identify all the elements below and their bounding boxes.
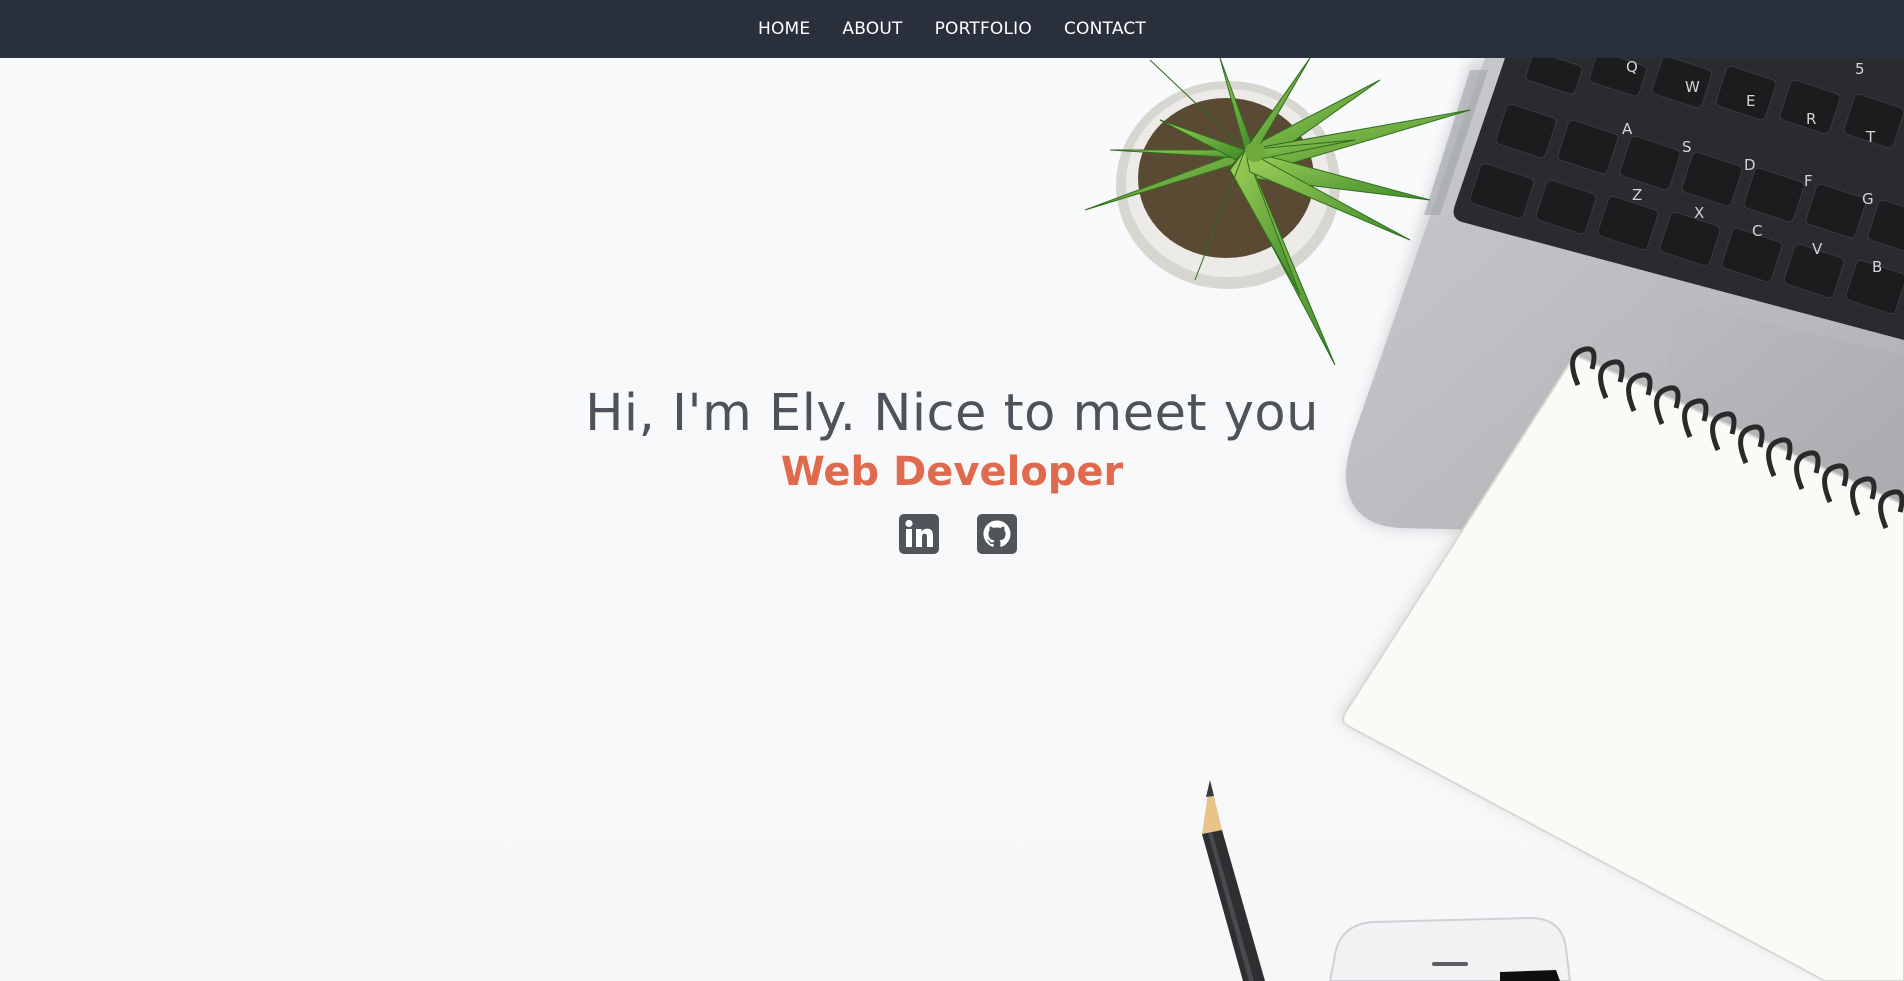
keyboard-keys <box>1469 51 1904 315</box>
nav-link-contact[interactable]: CONTACT <box>1048 0 1162 58</box>
linkedin-icon <box>899 514 939 554</box>
page: Q W E R T 5 A S D F G Z X C V B HOME ABO… <box>0 0 1904 981</box>
nav-link-portfolio[interactable]: PORTFOLIO <box>919 0 1048 58</box>
svg-text:S: S <box>1682 138 1692 156</box>
svg-text:T: T <box>1865 128 1876 146</box>
svg-text:B: B <box>1872 258 1882 276</box>
svg-text:G: G <box>1862 190 1874 208</box>
svg-text:Z: Z <box>1632 186 1642 204</box>
svg-text:5: 5 <box>1855 60 1865 78</box>
svg-text:W: W <box>1685 78 1700 96</box>
svg-text:Q: Q <box>1626 58 1638 76</box>
top-navbar: HOME ABOUT PORTFOLIO CONTACT <box>0 0 1904 58</box>
svg-text:E: E <box>1746 92 1755 110</box>
github-link[interactable] <box>977 514 1017 554</box>
svg-text:A: A <box>1622 120 1633 138</box>
keyboard-key-letters: Q W E R T 5 A S D F G Z X C V B <box>1622 58 1882 276</box>
nav-link-home[interactable]: HOME <box>742 0 826 58</box>
phone-illustration <box>1328 916 1572 981</box>
github-icon <box>977 514 1017 554</box>
nav-menu: HOME ABOUT PORTFOLIO CONTACT <box>0 0 1904 58</box>
linkedin-link[interactable] <box>899 514 939 554</box>
svg-text:F: F <box>1804 172 1813 190</box>
svg-text:R: R <box>1806 110 1816 128</box>
succulent-plant-illustration <box>1084 57 1471 366</box>
hero-section: Hi, I'm Ely. Nice to meet you Web Develo… <box>0 378 1904 554</box>
svg-text:V: V <box>1812 240 1823 258</box>
svg-text:C: C <box>1752 222 1762 240</box>
pencil-illustration <box>1202 780 1265 981</box>
svg-text:X: X <box>1694 204 1704 222</box>
social-links <box>0 514 1904 554</box>
hero-greeting: Hi, I'm Ely. Nice to meet you <box>585 384 1319 443</box>
svg-text:D: D <box>1744 156 1756 174</box>
hero-role: Web Developer <box>780 449 1124 495</box>
nav-link-about[interactable]: ABOUT <box>826 0 918 58</box>
